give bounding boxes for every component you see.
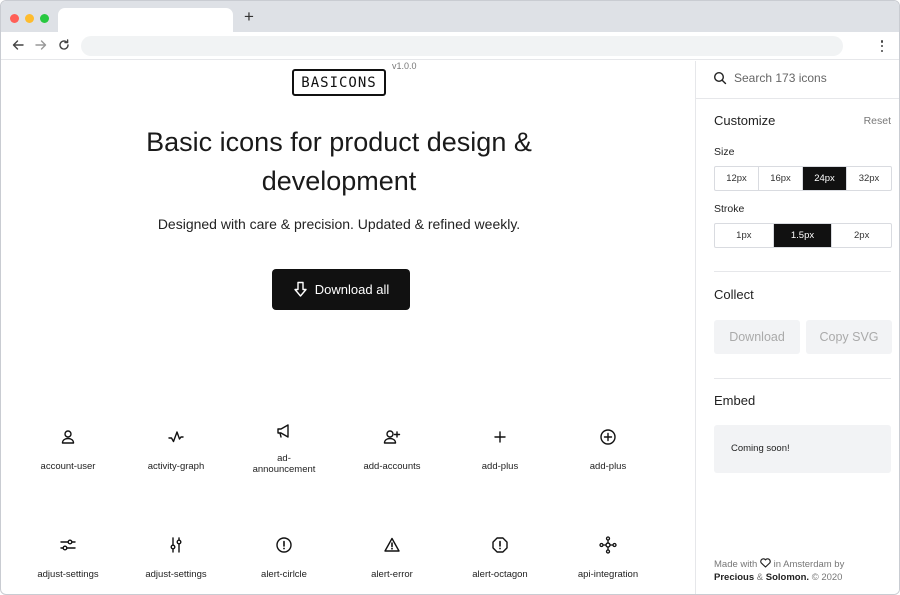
browser-menu-button[interactable]	[877, 39, 887, 53]
plus-circle-icon	[598, 427, 618, 447]
icon-label: activity-graph	[147, 461, 205, 472]
embed-panel: Coming soon!	[714, 425, 891, 473]
basicons-logo[interactable]: BASICONS	[292, 69, 386, 96]
sliders-vertical-icon	[166, 535, 186, 555]
page-subheadline: Designed with care & precision. Updated …	[157, 216, 521, 232]
reload-icon	[59, 39, 69, 50]
megaphone-icon	[274, 421, 294, 441]
stroke-option-2px[interactable]: 2px	[832, 224, 891, 247]
icon-label: add-plus	[481, 461, 519, 472]
add-accounts-icon	[382, 427, 402, 447]
headline-line-1: Basic icons for product design &	[146, 127, 532, 157]
icon-card-alert-octagon[interactable]: alert-octagon	[446, 531, 554, 594]
icon-label: adjust-settings	[37, 569, 99, 580]
collect-title: Collect	[714, 287, 754, 302]
icon-card-account-user[interactable]: account-user	[14, 423, 122, 493]
icon-card-activity-graph[interactable]: activity-graph	[122, 423, 230, 493]
embed-title: Embed	[714, 393, 756, 408]
search-icon	[713, 71, 727, 85]
icon-card-api-integration[interactable]: api-integration	[554, 531, 662, 594]
size-selector: 12px 16px 24px 32px	[714, 166, 892, 191]
browser-toolbar	[1, 32, 899, 60]
icon-card-adjust-settings-vertical[interactable]: adjust-settings	[122, 531, 230, 594]
icon-label: alert-cirlcle	[261, 569, 307, 580]
stroke-selector: 1px 1.5px 2px	[714, 223, 892, 248]
arrow-left-icon	[12, 40, 24, 50]
heart-icon	[760, 558, 771, 568]
alert-triangle-icon	[382, 535, 402, 555]
size-option-12px[interactable]: 12px	[715, 167, 759, 190]
coming-soon-text: Coming soon!	[731, 443, 790, 454]
maximize-window-button[interactable]	[40, 14, 49, 23]
footer-made-with: Made with	[714, 559, 758, 570]
icon-card-add-plus[interactable]: add-plus	[446, 423, 554, 493]
back-button[interactable]	[11, 38, 25, 52]
account-user-icon	[58, 427, 78, 447]
section-divider	[714, 378, 891, 379]
icon-label: alert-octagon	[472, 569, 528, 580]
version-label: v1.0.0	[392, 61, 417, 71]
size-option-32px[interactable]: 32px	[847, 167, 891, 190]
author-link-solomon[interactable]: Solomon.	[766, 572, 809, 583]
size-option-16px[interactable]: 16px	[759, 167, 803, 190]
icon-card-alert-error[interactable]: alert-error	[338, 531, 446, 594]
icon-label: add-plus	[589, 461, 627, 472]
main-content: BASICONS v1.0.0 Basic icons for product …	[1, 61, 695, 594]
author-link-precious[interactable]: Precious	[714, 572, 754, 583]
tab-strip: +	[1, 1, 899, 32]
close-window-button[interactable]	[10, 14, 19, 23]
section-divider	[714, 271, 891, 272]
stroke-option-1px[interactable]: 1px	[715, 224, 774, 247]
stroke-label: Stroke	[714, 203, 745, 215]
download-all-label: Download all	[314, 282, 390, 297]
headline-line-2: development	[261, 166, 417, 196]
footer-year: © 2020	[811, 572, 843, 583]
icon-label: api-integration	[577, 569, 639, 580]
icon-card-add-plus-circle[interactable]: add-plus	[554, 423, 662, 493]
icon-card-add-accounts[interactable]: add-accounts	[338, 423, 446, 493]
search-bar	[696, 61, 899, 99]
page-headline: Basic icons for product design & develop…	[101, 123, 577, 201]
customize-sidebar: Customize Reset Size 12px 16px 24px 32px…	[695, 61, 899, 594]
icon-label: adjust-settings	[145, 569, 207, 580]
reload-button[interactable]	[57, 38, 71, 52]
activity-graph-icon	[166, 427, 186, 447]
search-input[interactable]	[734, 69, 889, 87]
reset-link[interactable]: Reset	[864, 115, 891, 127]
footer-ampersand: &	[756, 572, 764, 583]
sliders-horizontal-icon	[58, 535, 78, 555]
browser-tab[interactable]	[58, 8, 233, 32]
download-all-button[interactable]: Download all	[272, 269, 410, 310]
alert-circle-icon	[274, 535, 294, 555]
address-bar[interactable]	[81, 36, 843, 56]
arrow-right-icon	[35, 40, 47, 50]
stroke-option-1-5px[interactable]: 1.5px	[773, 224, 833, 247]
icon-label: ad- announcement	[252, 453, 316, 475]
size-option-24px[interactable]: 24px	[803, 167, 847, 190]
icon-label: account-user	[40, 461, 96, 472]
copy-svg-button[interactable]: Copy SVG	[806, 320, 892, 354]
icon-card-alert-cirlcle[interactable]: alert-cirlcle	[230, 531, 338, 594]
size-label: Size	[714, 146, 735, 158]
footer-location: in Amsterdam by	[773, 559, 845, 570]
collect-download-button[interactable]: Download	[714, 320, 800, 354]
sidebar-footer: Made with in Amsterdam by Precious & Sol…	[714, 558, 894, 584]
api-integration-icon	[598, 535, 618, 555]
plus-icon	[490, 427, 510, 447]
browser-window: + BASICONS v1.0.0 Basic icons for produc…	[0, 0, 900, 595]
icon-label: add-accounts	[363, 461, 421, 472]
forward-button[interactable]	[34, 38, 48, 52]
icon-label: alert-error	[371, 569, 413, 580]
new-tab-button[interactable]: +	[241, 8, 257, 25]
minimize-window-button[interactable]	[25, 14, 34, 23]
download-arrow-icon	[294, 281, 307, 297]
icon-card-adjust-settings[interactable]: adjust-settings	[14, 531, 122, 594]
icon-card-ad-announcement[interactable]: ad- announcement	[230, 423, 338, 493]
customize-title: Customize	[714, 113, 776, 128]
alert-octagon-icon	[490, 535, 510, 555]
